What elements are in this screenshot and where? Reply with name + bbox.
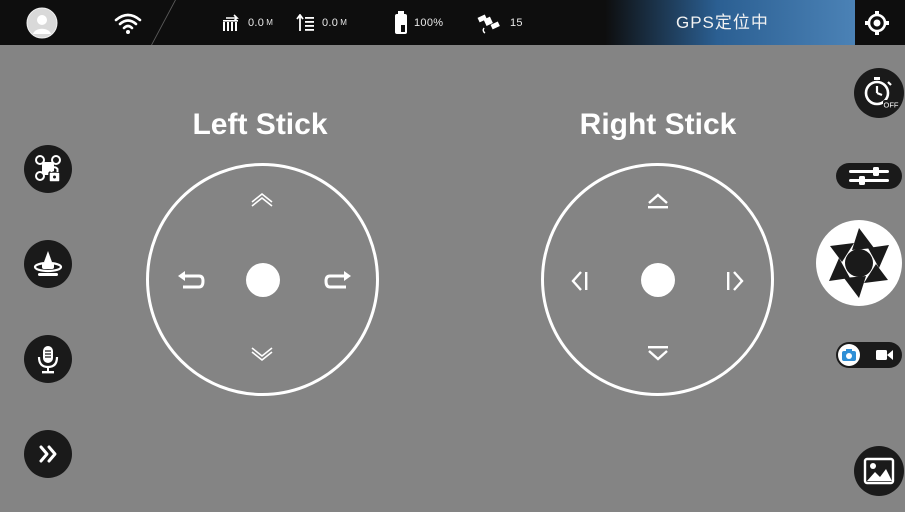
chevron-right-icon xyxy=(39,445,57,463)
distance-icon xyxy=(223,13,239,31)
right-stick-knob[interactable] xyxy=(640,262,675,297)
more-button[interactable] xyxy=(24,430,72,478)
rotate-left-icon xyxy=(178,271,205,289)
gallery-icon xyxy=(863,457,895,485)
microphone-icon xyxy=(37,346,59,374)
satellite-icon xyxy=(477,13,500,34)
svg-text:OFF: OFF xyxy=(884,101,899,110)
satellite-count: 15 xyxy=(510,16,523,29)
gallery-button[interactable] xyxy=(854,446,904,496)
sliders-button[interactable] xyxy=(836,163,902,189)
shutter-button[interactable] xyxy=(816,220,902,306)
timer-button[interactable]: OFF xyxy=(854,68,904,118)
takeoff-icon xyxy=(33,251,63,276)
avatar-icon xyxy=(26,7,58,38)
right-stick[interactable] xyxy=(541,163,774,396)
height-unit: M xyxy=(340,18,347,27)
photo-video-toggle[interactable] xyxy=(836,342,902,368)
wifi-indicator xyxy=(114,0,142,45)
distance-readout: 0.0 M xyxy=(222,0,273,45)
left-stick-knob[interactable] xyxy=(245,262,280,297)
left-roll-icon xyxy=(571,271,588,291)
height-icon xyxy=(296,13,314,31)
height-readout: 0.0 M xyxy=(296,0,347,45)
app-screen: 0.0 M 0.0 M 100% 15 GPS定位中 Left Stick Ri… xyxy=(0,0,905,512)
wifi-icon xyxy=(114,13,142,34)
backward-icon xyxy=(648,346,668,361)
takeoff-button[interactable] xyxy=(24,240,72,288)
throttle-up-icon xyxy=(251,192,273,207)
avatar-button[interactable] xyxy=(26,0,58,45)
camera-icon xyxy=(842,349,856,361)
rotate-right-icon xyxy=(324,271,351,289)
gps-status-text: GPS定位中 xyxy=(676,13,769,32)
satellite-readout: 15 xyxy=(476,0,523,45)
shutter-icon xyxy=(829,228,889,298)
throttle-down-icon xyxy=(251,347,273,362)
right-stick-label: Right Stick xyxy=(579,108,737,141)
drone-lock-icon xyxy=(35,155,61,183)
gear-icon xyxy=(865,10,889,35)
photo-mode-knob[interactable] xyxy=(838,344,860,366)
battery-icon xyxy=(395,10,407,34)
height-value: 0.0 xyxy=(322,16,339,29)
drone-lock-button[interactable] xyxy=(24,145,72,193)
settings-button[interactable] xyxy=(864,0,890,45)
left-stick-label: Left Stick xyxy=(192,108,328,141)
status-bar: 0.0 M 0.0 M 100% 15 GPS定位中 xyxy=(0,0,905,45)
left-stick[interactable] xyxy=(146,163,379,396)
distance-unit: M xyxy=(266,18,273,27)
video-icon xyxy=(876,350,893,360)
sliders-icon xyxy=(849,167,889,185)
distance-value: 0.0 xyxy=(248,16,265,29)
battery-value: 100% xyxy=(414,16,444,29)
forward-icon xyxy=(648,193,668,209)
status-divider xyxy=(151,0,176,45)
right-roll-icon xyxy=(727,271,744,291)
voice-button[interactable] xyxy=(24,335,72,383)
battery-readout: 100% xyxy=(394,0,443,45)
timer-off-icon: OFF xyxy=(864,77,899,110)
